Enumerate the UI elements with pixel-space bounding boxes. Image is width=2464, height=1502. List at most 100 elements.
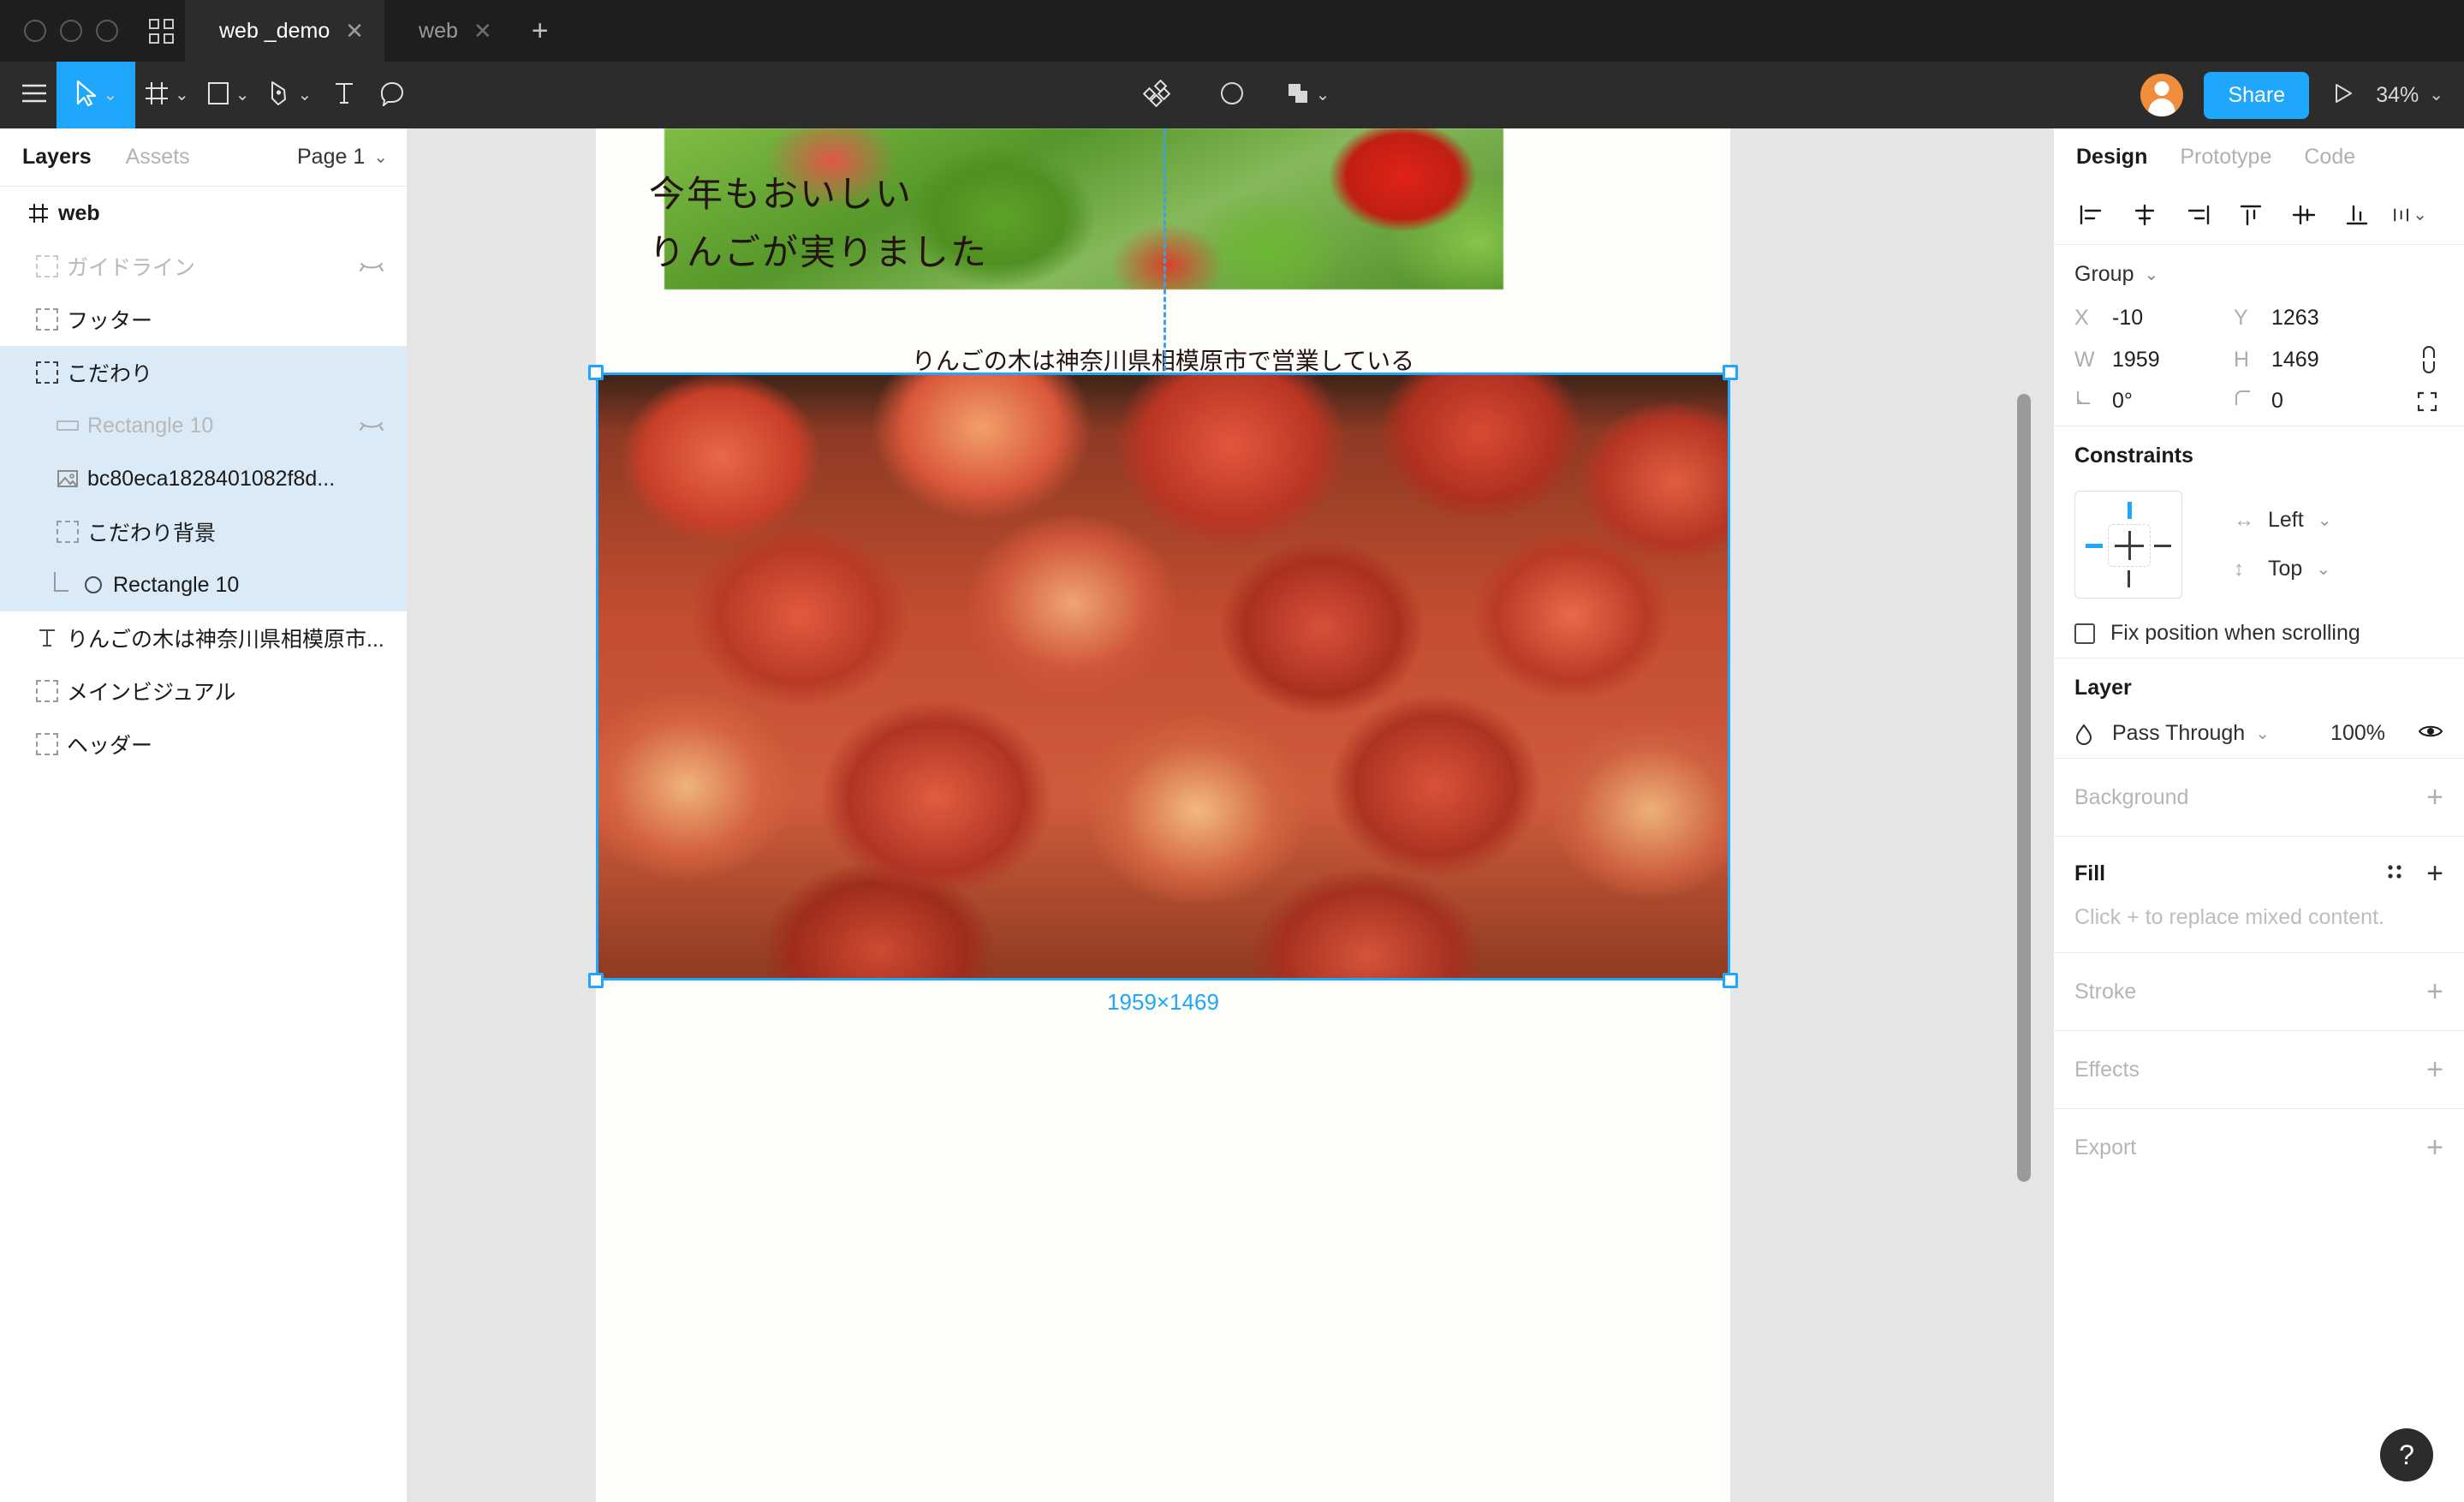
tab-layers[interactable]: Layers: [22, 145, 92, 170]
layer-row-rectangle-10-hidden[interactable]: Rectangle 10: [0, 399, 407, 452]
window-maximize-button[interactable]: [96, 20, 118, 42]
chevron-down-icon[interactable]: ⌄: [2144, 266, 2158, 283]
layer-row-kodawari[interactable]: こだわり: [0, 346, 407, 399]
rotation-field[interactable]: 0°: [2074, 389, 2234, 414]
blend-mode-value[interactable]: Pass Through: [2112, 721, 2245, 746]
comment-tool-button[interactable]: [368, 62, 416, 128]
artboard-web[interactable]: 今年もおいしい りんごが実りました りんごの木は神奈川県相模原市で営業している …: [588, 128, 1738, 1502]
boolean-button[interactable]: ⌄: [1271, 62, 1343, 128]
chevron-down-icon[interactable]: ⌄: [2255, 725, 2270, 742]
text-tool-button[interactable]: [320, 62, 368, 128]
corner-radius-field[interactable]: 0: [2234, 389, 2393, 414]
add-background-button[interactable]: +: [2426, 783, 2443, 812]
canvas-vertical-scrollbar[interactable]: [2017, 394, 2031, 1182]
horizontal-constraint-dropdown[interactable]: ↔ Left ⌄: [2234, 508, 2331, 533]
vertical-constraint-dropdown[interactable]: ↕ Top ⌄: [2234, 557, 2331, 581]
independent-corners-button[interactable]: [2393, 390, 2443, 413]
constraint-right-bar[interactable]: [2154, 545, 2171, 547]
components-button[interactable]: [1121, 62, 1193, 128]
window-minimize-button[interactable]: [60, 20, 82, 42]
tab-web[interactable]: web ✕: [384, 0, 513, 62]
frame-icon: [27, 361, 67, 384]
zoom-control[interactable]: 34% ⌄: [2376, 83, 2443, 108]
new-tab-button[interactable]: +: [513, 0, 568, 62]
export-section: Export +: [2054, 1109, 2464, 1186]
opacity-value[interactable]: 100%: [2330, 721, 2385, 746]
constraints-widget[interactable]: [2074, 491, 2182, 599]
lock-aspect-ratio-button[interactable]: [2393, 346, 2443, 373]
page-selector-label: Page 1: [296, 145, 366, 169]
layer-row-header[interactable]: ヘッダー: [0, 718, 407, 771]
x-field[interactable]: X -10: [2074, 306, 2234, 331]
fill-styles-icon[interactable]: [2385, 862, 2404, 885]
layer-row-guideline[interactable]: ガイドライン: [0, 240, 407, 293]
height-field[interactable]: H 1469: [2234, 348, 2393, 373]
chevron-down-icon[interactable]: ⌄: [1316, 86, 1330, 104]
eye-closed-icon[interactable]: [359, 419, 384, 432]
layer-row-main-visual[interactable]: メインビジュアル: [0, 665, 407, 718]
constraints-controls: ↔ Left ⌄ ↕ Top ⌄: [2074, 491, 2443, 599]
layer-row-text-description[interactable]: りんごの木は神奈川県相模原市...: [0, 611, 407, 665]
add-effect-button[interactable]: +: [2426, 1055, 2443, 1084]
window-close-button[interactable]: [24, 20, 46, 42]
chevron-down-icon[interactable]: ⌄: [2413, 206, 2427, 224]
layer-row-kodawari-background[interactable]: こだわり背景: [0, 505, 407, 558]
apples-photo-group[interactable]: [596, 373, 1730, 980]
distribute-more-icon[interactable]: ⌄: [2393, 198, 2427, 232]
share-button[interactable]: Share: [2204, 71, 2310, 119]
eye-closed-icon[interactable]: [359, 259, 384, 273]
layer-name: こだわり背景: [87, 522, 217, 545]
align-left-icon[interactable]: [2074, 198, 2109, 232]
tab-design[interactable]: Design: [2076, 145, 2147, 170]
fix-position-checkbox[interactable]: [2074, 623, 2095, 644]
shape-tool-button[interactable]: ⌄: [198, 62, 259, 128]
add-fill-button[interactable]: +: [2426, 859, 2443, 888]
move-tool-button[interactable]: ⌄: [57, 62, 135, 128]
hero-title-text[interactable]: 今年もおいしい りんごが実りました: [649, 166, 988, 283]
pen-tool-button[interactable]: ⌄: [259, 62, 321, 128]
layer-row-image-asset[interactable]: bc80eca1828401082f8d...: [0, 452, 407, 505]
help-button[interactable]: ?: [2380, 1428, 2433, 1481]
constraint-bottom-bar[interactable]: [2128, 570, 2130, 587]
tab-code[interactable]: Code: [2304, 145, 2355, 170]
add-export-button[interactable]: +: [2426, 1133, 2443, 1162]
chevron-down-icon[interactable]: ⌄: [2429, 86, 2443, 104]
align-right-icon[interactable]: [2181, 198, 2215, 232]
layer-row-footer[interactable]: フッター: [0, 293, 407, 346]
file-browser-button[interactable]: [137, 0, 185, 62]
chevron-down-icon[interactable]: ⌄: [2318, 512, 2332, 529]
main-menu-button[interactable]: [0, 62, 57, 128]
chevron-down-icon[interactable]: ⌄: [2316, 561, 2330, 578]
add-stroke-button[interactable]: +: [2426, 977, 2443, 1006]
fix-position-row[interactable]: Fix position when scrolling: [2074, 621, 2443, 646]
tab-assets[interactable]: Assets: [126, 145, 190, 170]
tab-prototype[interactable]: Prototype: [2180, 145, 2271, 170]
page-selector[interactable]: Page 1 ⌄: [297, 145, 388, 170]
alignment-toolbar: ⌄: [2054, 185, 2464, 245]
chevron-down-icon[interactable]: ⌄: [175, 86, 189, 104]
constraint-top-bar[interactable]: [2128, 502, 2132, 519]
align-vertical-center-icon[interactable]: [2287, 198, 2321, 232]
present-button[interactable]: [2330, 80, 2355, 110]
close-icon[interactable]: ✕: [473, 20, 492, 42]
frame-tool-button[interactable]: ⌄: [135, 62, 198, 128]
align-horizontal-center-icon[interactable]: [2128, 198, 2162, 232]
layer-row-rectangle-10-mask[interactable]: Rectangle 10: [0, 558, 407, 611]
selection-type-dropdown[interactable]: Group ⌄: [2074, 262, 2443, 287]
y-field[interactable]: Y 1263: [2234, 306, 2393, 331]
width-field[interactable]: W 1959: [2074, 348, 2234, 373]
page-frame-icon: [19, 202, 58, 224]
layer-row-web[interactable]: web: [0, 187, 407, 240]
constraint-left-bar[interactable]: [2086, 544, 2103, 548]
design-canvas[interactable]: 今年もおいしい りんごが実りました りんごの木は神奈川県相模原市で営業している …: [408, 128, 2053, 1502]
tab-web-demo[interactable]: web _demo ✕: [185, 0, 385, 62]
align-top-icon[interactable]: [2234, 198, 2268, 232]
close-icon[interactable]: ✕: [345, 20, 364, 42]
mask-button[interactable]: [1196, 62, 1268, 128]
align-bottom-icon[interactable]: [2340, 198, 2374, 232]
chevron-down-icon[interactable]: ⌄: [298, 86, 312, 104]
chevron-down-icon[interactable]: ⌄: [235, 86, 250, 104]
user-avatar[interactable]: [2140, 74, 2184, 116]
chevron-down-icon[interactable]: ⌄: [104, 86, 118, 104]
eye-icon[interactable]: [2418, 721, 2443, 746]
